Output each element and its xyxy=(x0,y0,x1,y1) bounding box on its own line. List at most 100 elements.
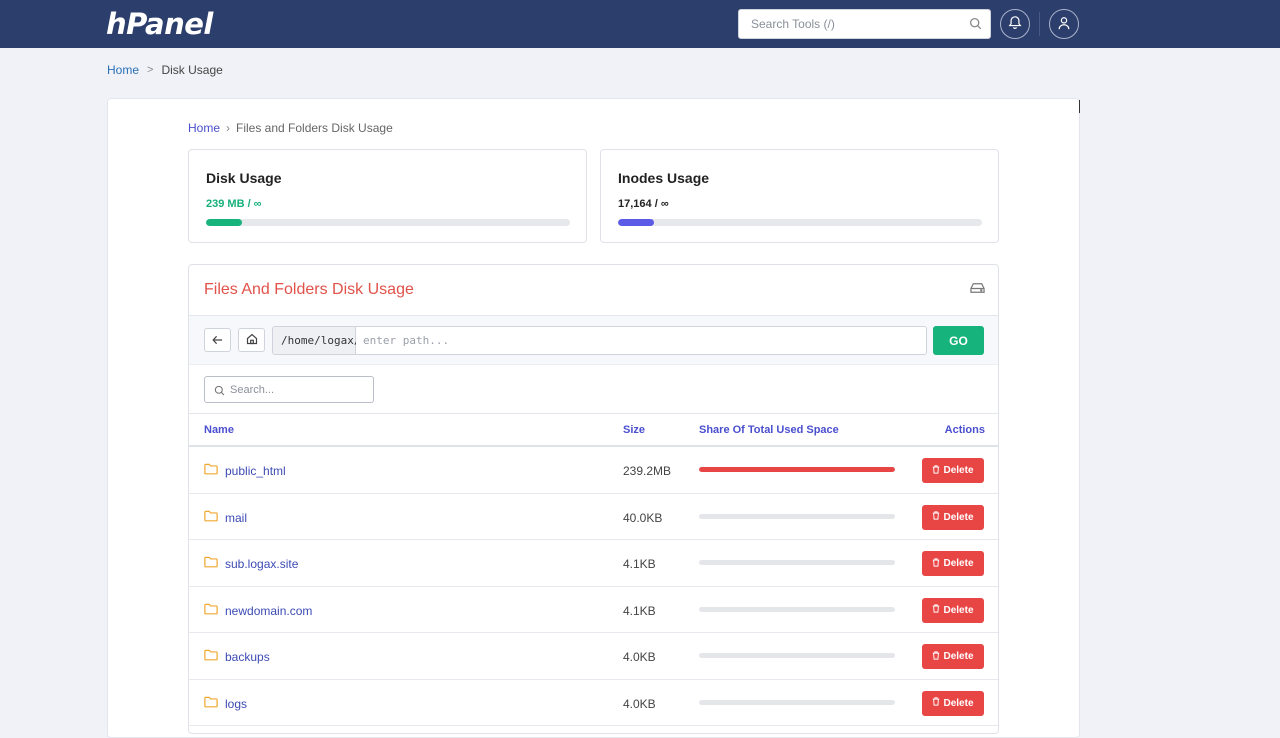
files-panel-title: Files And Folders Disk Usage xyxy=(204,281,414,298)
trash-icon xyxy=(932,464,940,477)
table-search-row xyxy=(189,365,998,414)
home-icon xyxy=(246,333,258,348)
share-bar-fill xyxy=(699,467,895,472)
share-bar xyxy=(699,699,895,705)
table-search-input[interactable] xyxy=(230,377,370,402)
arrow-left-icon xyxy=(212,333,223,348)
share-bar xyxy=(699,606,895,612)
inodes-usage-card: Inodes Usage 17,164 / ∞ xyxy=(600,149,999,243)
disk-usage-value: 239 MB / ∞ xyxy=(206,198,262,210)
inodes-usage-progress-fill xyxy=(618,219,655,226)
folder-icon xyxy=(204,556,218,571)
folder-icon xyxy=(204,463,218,478)
user-menu-button[interactable] xyxy=(1049,9,1079,39)
search-tools-box[interactable] xyxy=(738,9,991,39)
trash-icon xyxy=(932,650,940,663)
delete-button-label: Delete xyxy=(943,465,974,476)
folder-size: 4.0KB xyxy=(623,650,656,664)
path-input[interactable] xyxy=(356,327,926,354)
column-header-size[interactable]: Size xyxy=(623,424,645,436)
search-tools-input[interactable] xyxy=(739,10,959,38)
folder-icon xyxy=(204,603,218,618)
path-input-group: /home/logax/ xyxy=(272,326,927,355)
path-navigation-row: /home/logax/ GO xyxy=(189,316,998,365)
disk-usage-progress-bar xyxy=(206,219,570,226)
share-bar xyxy=(699,467,895,472)
delete-button-label: Delete xyxy=(943,697,974,709)
go-button[interactable]: GO xyxy=(933,326,984,355)
delete-button-label: Delete xyxy=(943,511,974,523)
share-bar xyxy=(699,513,895,519)
user-icon xyxy=(1057,16,1071,33)
delete-button-label: Delete xyxy=(943,558,974,569)
path-prefix: /home/logax/ xyxy=(273,327,360,354)
breadcrumb-separator: > xyxy=(147,64,154,76)
delete-button[interactable]: Delete xyxy=(922,551,984,576)
notifications-button[interactable] xyxy=(1000,9,1030,39)
text-cursor xyxy=(1079,100,1080,113)
delete-button[interactable]: Delete xyxy=(922,597,984,623)
delete-button[interactable]: Delete xyxy=(922,504,984,530)
toolbar-divider xyxy=(1039,12,1040,36)
table-row: backups 4.0KB Delete xyxy=(189,633,998,680)
delete-button-label: Delete xyxy=(943,651,974,662)
breadcrumb-current: Disk Usage xyxy=(161,63,223,77)
delete-button[interactable]: Delete xyxy=(922,644,984,669)
hard-drive-icon xyxy=(970,282,985,297)
trash-icon xyxy=(932,604,940,616)
table-row: sub.logax.site 4.1KB Delete xyxy=(189,540,998,587)
column-header-name[interactable]: Name xyxy=(204,424,234,436)
folder-size: 4.0KB xyxy=(623,696,656,711)
search-icon xyxy=(214,384,225,399)
table-row: public_html 239.2MB Delete xyxy=(189,447,998,494)
folder-name-link[interactable]: backups xyxy=(225,650,270,664)
delete-button[interactable]: Delete xyxy=(922,458,984,483)
home-directory-button[interactable] xyxy=(238,328,265,352)
inner-breadcrumb-separator: › xyxy=(226,121,231,135)
column-header-share[interactable]: Share Of Total Used Space xyxy=(699,424,839,436)
disk-usage-title: Disk Usage xyxy=(206,170,282,186)
search-icon[interactable] xyxy=(969,17,982,33)
breadcrumb-home-link[interactable]: Home xyxy=(107,63,139,77)
folder-name-link[interactable]: mail xyxy=(225,511,247,525)
folder-name-link[interactable]: sub.logax.site xyxy=(225,557,298,571)
folder-icon xyxy=(204,649,218,664)
bell-icon xyxy=(1008,15,1022,33)
table-search-box[interactable] xyxy=(204,376,374,403)
folder-icon xyxy=(204,696,218,711)
folder-name-link[interactable]: newdomain.com xyxy=(225,604,312,618)
disk-usage-card: Disk Usage 239 MB / ∞ xyxy=(188,149,587,243)
folder-size: 4.1KB xyxy=(623,557,656,571)
top-navbar: hPanel xyxy=(0,0,1280,48)
table-header: Name Size Share Of Total Used Space Acti… xyxy=(189,414,998,447)
inodes-usage-value: 17,164 / ∞ xyxy=(618,198,669,210)
breadcrumb: Home > Disk Usage xyxy=(107,63,223,77)
folder-size: 40.0KB xyxy=(623,510,663,525)
share-bar xyxy=(699,560,895,565)
table-row: newdomain.com 4.1KB Delete xyxy=(189,587,998,633)
delete-button[interactable]: Delete xyxy=(922,690,984,716)
share-bar xyxy=(699,653,895,658)
table-row: logs 4.0KB Delete xyxy=(189,680,998,726)
folder-icon xyxy=(204,510,218,525)
back-button[interactable] xyxy=(204,328,231,352)
inner-breadcrumb-home-link[interactable]: Home xyxy=(188,121,220,135)
folder-name-link[interactable]: public_html xyxy=(225,464,286,478)
folder-size: 239.2MB xyxy=(623,464,672,478)
table-row: mail 40.0KB Delete xyxy=(189,494,998,540)
table-body: public_html 239.2MB Delete mail 40.0KB D… xyxy=(189,447,998,726)
inodes-usage-progress-bar xyxy=(618,219,982,226)
hpanel-logo[interactable]: hPanel xyxy=(106,7,213,41)
inner-breadcrumb-current: Files and Folders Disk Usage xyxy=(236,121,393,135)
delete-button-label: Delete xyxy=(943,604,974,616)
disk-usage-progress-fill xyxy=(206,219,243,226)
column-header-actions: Actions xyxy=(944,424,985,436)
folder-name-link[interactable]: logs xyxy=(225,697,247,711)
files-panel-header: Files And Folders Disk Usage xyxy=(189,265,998,316)
trash-icon xyxy=(932,697,940,709)
files-folders-panel: Files And Folders Disk Usage /home/logax… xyxy=(188,264,999,734)
trash-icon xyxy=(932,511,940,523)
trash-icon xyxy=(932,557,940,570)
inodes-usage-title: Inodes Usage xyxy=(618,170,710,186)
inner-breadcrumb: Home › Files and Folders Disk Usage xyxy=(188,121,393,135)
